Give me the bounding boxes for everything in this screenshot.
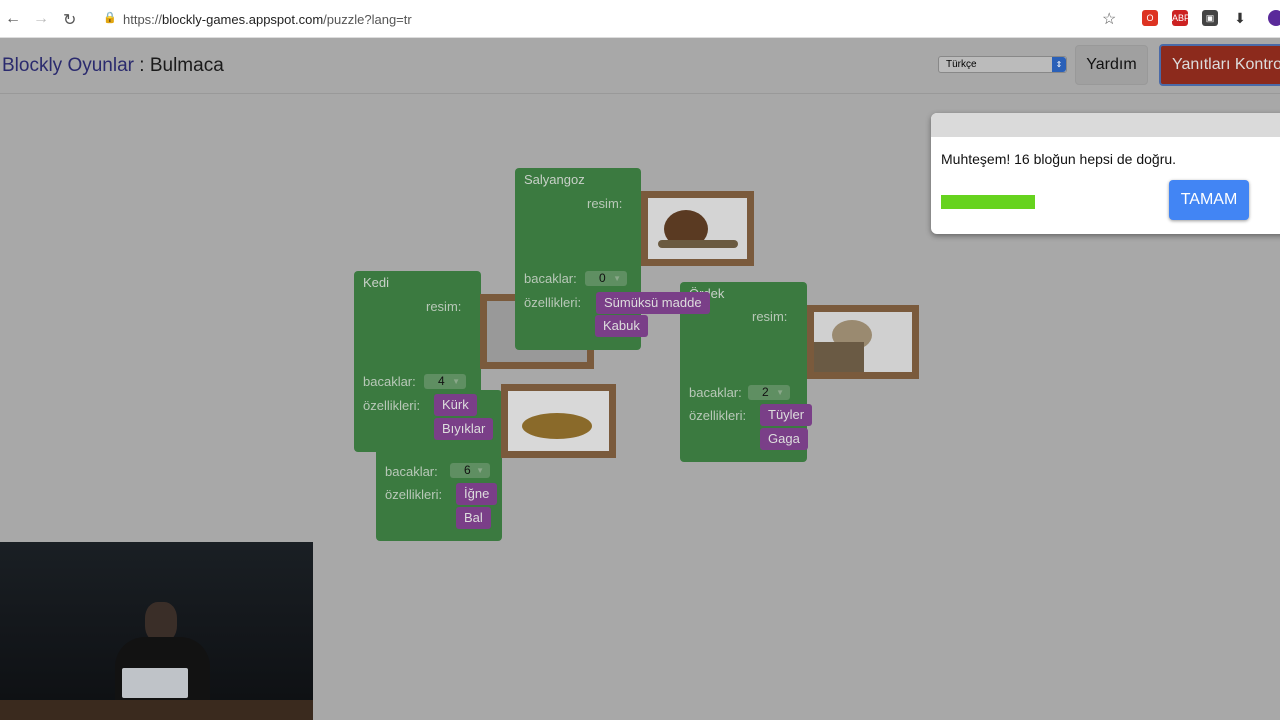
puzzle-title: Bulmaca (149, 55, 224, 76)
dialog-titlebar (931, 113, 1280, 137)
forward-icon[interactable]: → (33, 10, 49, 28)
lock-icon: 🔒 (103, 12, 117, 24)
legs-dropdown[interactable]: 0 ▼ (585, 271, 627, 286)
url-scheme: https:// (123, 12, 163, 27)
dropdown-arrow-icon: ▼ (613, 274, 621, 283)
dropdown-arrow-icon: ▼ (776, 388, 784, 397)
bee-picture-block[interactable] (501, 384, 616, 458)
picture-label: resim: (587, 196, 623, 211)
browser-toolbar: ← → ↻ 🔒 https://blockly-games.appspot.co… (0, 0, 1280, 38)
adblock-extension-icon[interactable]: ABP (1172, 10, 1190, 26)
trait-block[interactable]: Gaga (760, 428, 808, 450)
webcam-overlay (0, 542, 313, 720)
select-arrows-icon: ⇕ (1052, 57, 1066, 72)
trait-block[interactable]: Kabuk (595, 315, 648, 337)
traits-label: özellikleri: (385, 487, 443, 502)
snail-image (648, 198, 747, 259)
trait-block[interactable]: İğne (456, 483, 498, 505)
legs-label: bacaklar: (689, 385, 742, 400)
url-host: blockly-games.appspot.com (162, 12, 324, 27)
picture-label: resim: (752, 309, 788, 324)
dialog-message: Muhteşem! 16 bloğun hepsi de doğru. (941, 151, 1177, 167)
trait-block[interactable]: Bıyıklar (434, 418, 494, 440)
block-name: Kedi (363, 275, 390, 290)
picture-label: resim: (426, 299, 462, 314)
bookmark-star-icon[interactable]: ☆ (1102, 9, 1116, 29)
legs-label: bacaklar: (363, 374, 416, 389)
opera-extension-icon[interactable]: O (1142, 10, 1158, 26)
reload-icon[interactable]: ↻ (63, 10, 76, 30)
laptop-image (122, 668, 188, 698)
duck-picture-block[interactable] (807, 305, 919, 379)
trait-block[interactable]: Sümüksü madde (596, 292, 710, 314)
app-title-link[interactable]: Blockly Oyunlar (2, 55, 134, 76)
help-button[interactable]: Yardım (1075, 45, 1148, 85)
language-value: Türkçe (946, 59, 977, 70)
back-icon[interactable]: ← (5, 10, 21, 28)
legs-value: 6 (464, 463, 471, 477)
block-name: Salyangoz (524, 172, 585, 187)
legs-value: 4 (438, 374, 445, 388)
legs-label: bacaklar: (385, 464, 438, 479)
snail-picture-block[interactable] (641, 191, 754, 266)
duck-image (814, 312, 912, 372)
cat-block[interactable]: Kedi resim: bacaklar: 4 ▼ özellikleri: Kü… (354, 271, 494, 452)
legs-label: bacaklar: (524, 271, 577, 286)
snail-block[interactable]: Salyangoz resim: bacaklar: 0 ▼ özellikler… (515, 168, 648, 350)
success-dialog: Muhteşem! 16 bloğun hepsi de doğru. TAMA… (931, 113, 1280, 234)
legs-value: 0 (599, 271, 606, 285)
progress-bar (941, 195, 1035, 209)
url-path: /puzzle?lang=tr (323, 12, 412, 27)
title-separator: : (134, 55, 150, 76)
legs-dropdown[interactable]: 4 ▼ (424, 374, 466, 389)
address-bar[interactable]: https://blockly-games.appspot.com/puzzle… (123, 8, 1123, 32)
trait-block[interactable]: Kürk (434, 394, 477, 416)
traits-label: özellikleri: (689, 408, 747, 423)
ok-button[interactable]: TAMAM (1169, 180, 1249, 220)
check-answers-button[interactable]: Yanıtları Kontrol Et (1159, 44, 1280, 86)
extension-icon[interactable]: ▣ (1202, 10, 1218, 26)
traits-label: özellikleri: (524, 295, 582, 310)
presenter-head (145, 602, 177, 642)
trait-block[interactable]: Bal (456, 507, 491, 529)
trait-block[interactable]: Tüyler (760, 404, 813, 426)
desk-image (0, 700, 313, 720)
dropdown-arrow-icon: ▼ (452, 377, 460, 386)
legs-dropdown[interactable]: 6 ▼ (450, 463, 490, 478)
language-select[interactable]: Türkçe ⇕ (938, 56, 1067, 73)
bee-image (508, 391, 609, 451)
legs-dropdown[interactable]: 2 ▼ (748, 385, 790, 400)
download-icon[interactable]: ⬇ (1232, 10, 1248, 26)
dropdown-arrow-icon: ▼ (476, 466, 484, 475)
traits-label: özellikleri: (363, 398, 421, 413)
profile-avatar[interactable] (1268, 10, 1280, 26)
legs-value: 2 (762, 385, 769, 399)
page-title: Blockly Oyunlar : Bulmaca (2, 55, 224, 77)
